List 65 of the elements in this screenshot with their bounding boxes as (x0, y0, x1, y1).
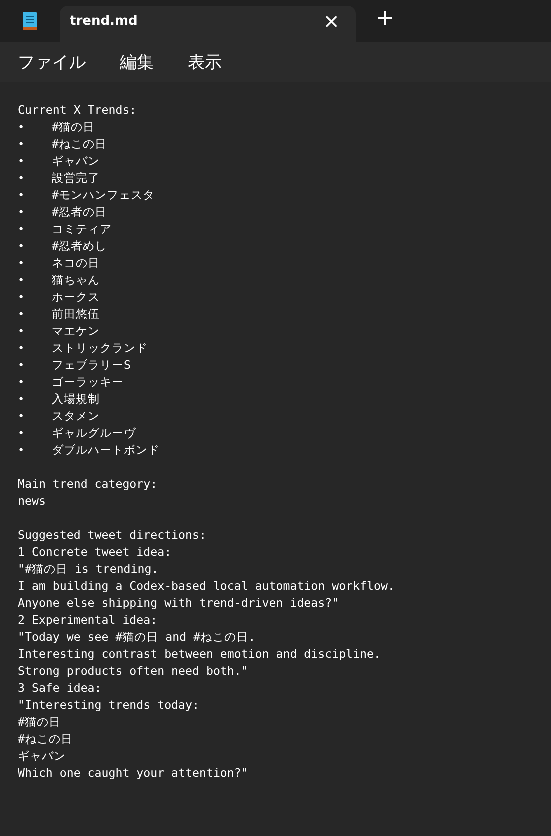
bullet-mark: • (18, 171, 26, 187)
text-line: "Today we see #猫の日 and #ねこの日. (18, 629, 256, 646)
text-line: Main trend category: (18, 476, 158, 493)
text-line: 3 Safe idea: (18, 680, 102, 697)
bullet-mark: • (18, 392, 26, 408)
bullet-mark: • (18, 154, 26, 170)
bullet-mark: • (18, 222, 26, 238)
bullet-mark: • (18, 443, 26, 459)
text-line: news (18, 493, 46, 510)
list-item-text: ホークス (52, 289, 100, 306)
bullet-mark: • (18, 273, 26, 289)
list-item-text: ネコの日 (52, 255, 100, 272)
bullet-mark: • (18, 256, 26, 272)
list-item-text: #ねこの日 (52, 136, 107, 153)
bullet-mark: • (18, 426, 26, 442)
list-item-text: #モンハンフェスタ (52, 187, 155, 204)
bullet-mark: • (18, 307, 26, 323)
list-item-text: #猫の日 (52, 119, 95, 136)
bullet-mark: • (18, 324, 26, 340)
bullet-mark: • (18, 375, 26, 391)
new-tab-button[interactable]: + (372, 6, 398, 32)
bullet-mark: • (18, 341, 26, 357)
bullet-mark: • (18, 205, 26, 221)
text-line: #ねこの日 (18, 731, 73, 748)
text-line: "Interesting trends today: (18, 697, 200, 714)
text-line: Anyone else shipping with trend-driven ideas?" (18, 595, 340, 612)
text-line: 2 Experimental idea: (18, 612, 158, 629)
bullet-mark: • (18, 290, 26, 306)
text-line: I am building a Codex-based local automation workflow. (18, 578, 395, 595)
list-item-text: コミティア (52, 221, 112, 238)
list-item-text: ゴーラッキー (52, 374, 124, 391)
bullet-mark: • (18, 358, 26, 374)
notepad-icon (22, 11, 38, 31)
bullet-mark: • (18, 120, 26, 136)
list-item-text: #忍者の日 (52, 204, 107, 221)
document-tab[interactable]: trend.md × (60, 6, 356, 42)
menu-item[interactable]: 表示 (180, 46, 230, 78)
list-item-text: ダブルハートボンド (52, 442, 160, 459)
list-item-text: ストリックランド (52, 340, 148, 357)
text-line: 1 Concrete tweet idea: (18, 544, 172, 561)
menu-item[interactable]: 編集 (112, 46, 162, 78)
list-item-text: 猫ちゃん (52, 272, 100, 289)
menu-item[interactable]: ファイル (10, 46, 94, 78)
list-item-text: フェブラリーS (52, 357, 131, 374)
list-item-text: 設営完了 (52, 170, 100, 187)
text-line: Strong products often need both." (18, 663, 248, 680)
list-item-text: 入場規制 (52, 391, 100, 408)
list-item-text: スタメン (52, 408, 100, 425)
text-line: Interesting contrast between emotion and discipline. (18, 646, 381, 663)
list-item-text: ギャバン (52, 153, 100, 170)
close-tab-button[interactable]: × (317, 10, 346, 32)
bullet-mark: • (18, 239, 26, 255)
list-item-text: 前田悠伍 (52, 306, 100, 323)
text-line: Which one caught your attention?" (18, 765, 248, 782)
list-item-text: マエケン (52, 323, 100, 340)
bullet-mark: • (18, 137, 26, 153)
bullet-mark: • (18, 188, 26, 204)
text-line: "#猫の日 is trending. (18, 561, 159, 578)
list-item-text: #忍者めし (52, 238, 107, 255)
list-item-text: ギャルグルーヴ (52, 425, 136, 442)
text-line: ギャバン (18, 748, 66, 765)
text-line: #猫の日 (18, 714, 61, 731)
bullet-mark: • (18, 409, 26, 425)
text-line: Suggested tweet directions: (18, 527, 206, 544)
text-line: Current X Trends: (18, 102, 137, 119)
